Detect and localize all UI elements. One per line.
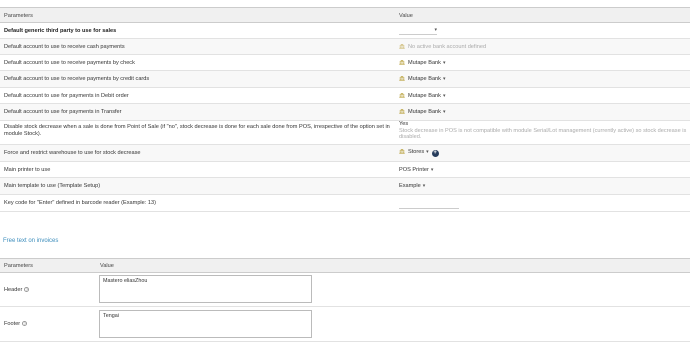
label-warehouse: Force and restrict warehouse to use for … — [4, 150, 141, 156]
info-icon: ? — [22, 321, 28, 326]
bank-icon — [399, 93, 405, 98]
pos-settings-table: Parameters Value Default generic third p… — [0, 7, 690, 212]
chevron-down-icon: ▾ — [442, 60, 446, 66]
label-transfer-account: Default account to use for payments in T… — [4, 109, 122, 115]
label-check-account: Default account to use to receive paymen… — [4, 60, 135, 66]
stock-decrease-note: Stock decrease in POS is not compatible … — [399, 127, 687, 141]
row-transfer-account: Default account to use for payments in T… — [0, 104, 690, 121]
warehouse-icon — [399, 149, 405, 154]
check-account-select[interactable]: Mutape Bank ▾ — [399, 60, 445, 66]
thirdparty-select[interactable]: ▾ — [399, 27, 437, 37]
template-select[interactable]: Example ▾ — [399, 183, 425, 189]
row-main-template: Main template to use (Template Setup) Ex… — [0, 178, 690, 195]
header-parameters: Parameters — [4, 263, 33, 269]
bank-icon — [399, 76, 405, 81]
header-textarea[interactable]: Mastero eliasZhou — [99, 275, 312, 303]
footer-textarea[interactable]: Tengai — [99, 310, 312, 338]
row-disable-stock-decrease: Disable stock decrease when a sale is do… — [0, 121, 690, 145]
chevron-down-icon: ▾ — [434, 27, 437, 33]
enter-keycode-input[interactable] — [399, 199, 459, 209]
add-warehouse-icon[interactable]: + — [431, 150, 439, 157]
header-value: Value — [100, 263, 114, 269]
chevron-down-icon: ▾ — [442, 76, 446, 82]
bank-icon — [399, 44, 405, 49]
stock-decrease-value: Yes Stock decrease in POS is not compati… — [399, 121, 689, 141]
row-cards-account: Default account to use to receive paymen… — [0, 71, 690, 88]
cash-account-value: No active bank account defined — [399, 44, 486, 50]
cards-account-select[interactable]: Mutape Bank ▾ — [399, 76, 445, 82]
label-main-printer: Main printer to use — [4, 167, 51, 173]
chevron-down-icon: ▾ — [442, 109, 446, 115]
info-icon: ? — [24, 287, 30, 292]
row-header-text: Header? Mastero eliasZhou — [0, 273, 690, 307]
row-cash-account: Default account to use to receive cash p… — [0, 39, 690, 55]
label-generic-thirdparty: Default generic third party to use for s… — [4, 28, 117, 34]
label-cards-account: Default account to use to receive paymen… — [4, 76, 150, 82]
printer-select[interactable]: POS Printer ▾ — [399, 167, 433, 173]
label-debit-account: Default account to use for payments in D… — [4, 93, 129, 99]
label-footer-text: Footer? — [4, 321, 28, 327]
header-value: Value — [399, 13, 413, 19]
label-header-text: Header? — [4, 287, 30, 293]
label-main-template: Main template to use (Template Setup) — [4, 183, 101, 189]
label-stock-decrease: Disable stock decrease when a sale is do… — [4, 124, 390, 137]
row-footer-text: Footer? Tengai — [0, 307, 690, 342]
table-header: Parameters Value — [0, 258, 690, 273]
row-main-printer: Main printer to use POS Printer ▾ — [0, 162, 690, 178]
transfer-account-select[interactable]: Mutape Bank ▾ — [399, 109, 445, 115]
stock-decrease-yes: Yes — [399, 121, 409, 127]
row-warehouse: Force and restrict warehouse to use for … — [0, 145, 690, 162]
debit-account-select[interactable]: Mutape Bank ▾ — [399, 93, 445, 99]
chevron-down-icon: ▾ — [430, 167, 434, 173]
header-parameters: Parameters — [4, 13, 33, 19]
row-generic-thirdparty: Default generic third party to use for s… — [0, 23, 690, 39]
label-cash-account: Default account to use to receive cash p… — [4, 44, 125, 50]
row-enter-keycode: Key code for "Enter" defined in barcode … — [0, 195, 690, 212]
chevron-down-icon: ▾ — [442, 93, 446, 99]
bank-icon — [399, 60, 405, 65]
chevron-down-icon: ▾ — [422, 183, 426, 189]
row-check-account: Default account to use to receive paymen… — [0, 55, 690, 71]
warehouse-select[interactable]: Stores ▾ + — [399, 149, 439, 157]
table-header: Parameters Value — [0, 7, 690, 23]
free-text-table: Parameters Value Header? Mastero eliasZh… — [0, 258, 690, 342]
label-enter-keycode: Key code for "Enter" defined in barcode … — [4, 200, 156, 206]
chevron-down-icon: ▾ — [426, 149, 429, 155]
section-title-free-text: Free text on invoices — [3, 238, 59, 244]
bank-icon — [399, 109, 405, 114]
row-debit-account: Default account to use for payments in D… — [0, 88, 690, 104]
